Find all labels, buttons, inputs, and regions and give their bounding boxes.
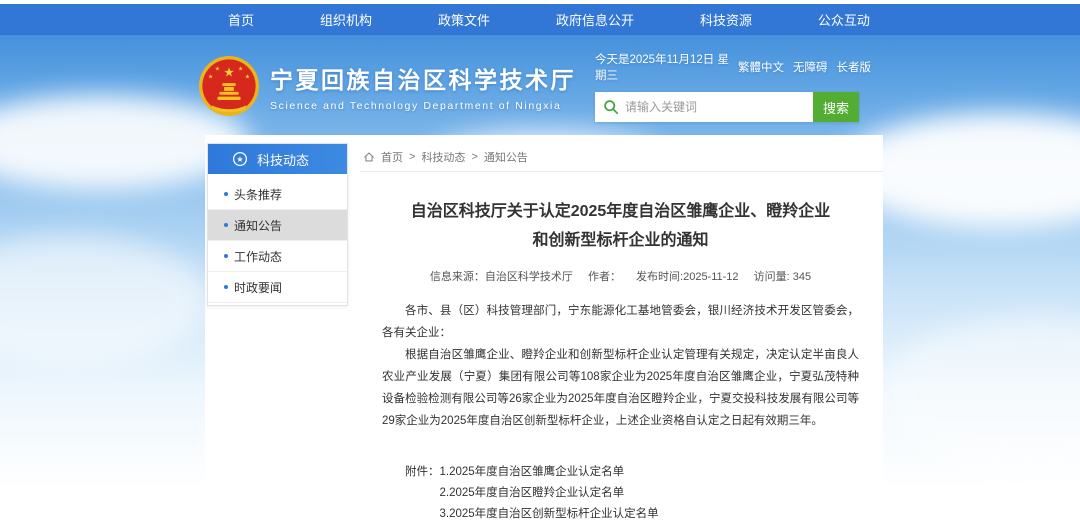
- nav-item-tech-resources[interactable]: 科技资源: [700, 10, 752, 29]
- nav-item-organization[interactable]: 组织机构: [320, 10, 372, 29]
- site-subtitle: Science and Technology Department of Nin…: [270, 100, 576, 112]
- breadcrumb-separator: >: [471, 151, 477, 163]
- meta-views-count: 访问量: 345: [754, 271, 811, 283]
- svg-text:★: ★: [215, 66, 220, 73]
- header-top-row: 今天是2025年11月12日 星期三 繁體中文 无障碍 长者版: [595, 51, 871, 83]
- home-icon: [363, 151, 375, 163]
- attachments-list: 1.2025年度自治区雏鹰企业认定名单 2.2025年度自治区瞪羚企业认定名单 …: [440, 462, 659, 525]
- nav-item-policy-documents[interactable]: 政策文件: [438, 10, 490, 29]
- attachment-link-3[interactable]: 3.2025年度自治区创新型标杆企业认定名单: [440, 504, 659, 525]
- article-paragraph: 根据自治区雏鹰企业、瞪羚企业和创新型标杆企业认定管理有关规定，决定认定半亩良人农…: [382, 344, 859, 432]
- svg-text:★: ★: [208, 73, 213, 80]
- site-title: 宁夏回族自治区科学技术厅: [270, 61, 576, 95]
- search-icon: [603, 99, 619, 115]
- article-title-line2: 和创新型标杆企业的通知: [532, 232, 708, 249]
- sidebar-item-3[interactable]: 时政要闻: [208, 272, 347, 303]
- attachments-block: 附件： 1.2025年度自治区雏鹰企业认定名单 2.2025年度自治区瞪羚企业认…: [405, 462, 859, 525]
- article-title-line1: 自治区科技厅关于认定2025年度自治区雏鹰企业、瞪羚企业: [411, 203, 831, 220]
- cloud-decoration: [0, 235, 210, 365]
- breadcrumb-level1[interactable]: 科技动态: [421, 149, 465, 165]
- meta-author: 作者：: [588, 271, 621, 283]
- site-title-block: 宁夏回族自治区科学技术厅 Science and Technology Depa…: [270, 61, 576, 112]
- breadcrumb: 首页 > 科技动态 > 通知公告: [360, 143, 883, 172]
- svg-text:★: ★: [245, 73, 250, 80]
- top-navigation-bar: 首页 组织机构 政策文件 政府信息公开 科技资源 公众互动: [0, 4, 1080, 35]
- search-bar: 搜索: [595, 92, 859, 122]
- nav-item-public-interaction[interactable]: 公众互动: [818, 10, 870, 29]
- svg-text:★: ★: [236, 155, 243, 164]
- breadcrumb-level2-current: 通知公告: [484, 149, 528, 165]
- sidebar-title: 科技动态: [257, 150, 309, 169]
- circle-star-icon: ★: [232, 151, 248, 167]
- nav-item-gov-info-disclosure[interactable]: 政府信息公开: [556, 10, 634, 29]
- attachments-label: 附件：: [405, 462, 440, 525]
- link-traditional-chinese[interactable]: 繁體中文: [738, 59, 784, 75]
- link-senior-version[interactable]: 长者版: [837, 59, 872, 75]
- svg-text:★: ★: [238, 66, 243, 73]
- sidebar-item-2[interactable]: 工作动态: [208, 241, 347, 272]
- search-input[interactable]: [595, 92, 813, 122]
- sidebar: ★ 科技动态 头条推荐 通知公告 工作动态 时政要闻: [207, 143, 348, 306]
- article-paragraph: 各市、县（区）科技管理部门，宁东能源化工基地管委会，银川经济技术开发区管委会，各…: [382, 300, 859, 344]
- search-input-wrap: [595, 92, 813, 122]
- bullet-dot-icon: [224, 254, 228, 258]
- sidebar-item-1[interactable]: 通知公告: [208, 210, 347, 241]
- site-header: ★ ★ ★ ★ ★ 宁夏回族自治区科学技术厅 Science and Techn…: [0, 35, 1080, 135]
- sidebar-item-label: 通知公告: [234, 217, 282, 234]
- sidebar-item-label: 时政要闻: [234, 279, 282, 296]
- attachment-link-1[interactable]: 1.2025年度自治区雏鹰企业认定名单: [440, 462, 659, 483]
- top-navigation-items: 首页 组织机构 政策文件 政府信息公开 科技资源 公众互动: [228, 10, 870, 29]
- search-button[interactable]: 搜索: [813, 92, 859, 122]
- meta-publish-date: 发布时间:2025-11-12: [636, 271, 739, 283]
- link-accessibility[interactable]: 无障碍: [793, 59, 828, 75]
- bullet-dot-icon: [224, 192, 228, 196]
- breadcrumb-separator: >: [409, 151, 415, 163]
- article-title: 自治区科技厅关于认定2025年度自治区雏鹰企业、瞪羚企业 和创新型标杆企业的通知: [382, 197, 859, 255]
- current-date-text: 今天是2025年11月12日 星期三: [595, 51, 738, 83]
- breadcrumb-home[interactable]: 首页: [381, 149, 403, 165]
- article: 自治区科技厅关于认定2025年度自治区雏鹰企业、瞪羚企业 和创新型标杆企业的通知…: [360, 197, 883, 525]
- quick-links: 繁體中文 无障碍 长者版: [738, 59, 871, 75]
- nav-item-home[interactable]: 首页: [228, 10, 254, 29]
- bullet-dot-icon: [224, 223, 228, 227]
- header-right-panel: 今天是2025年11月12日 星期三 繁體中文 无障碍 长者版 搜索: [595, 51, 871, 122]
- sidebar-item-label: 工作动态: [234, 248, 282, 265]
- svg-text:★: ★: [223, 64, 234, 79]
- sidebar-item-label: 头条推荐: [234, 186, 282, 203]
- cloud-decoration: [880, 315, 1080, 475]
- sidebar-list: 头条推荐 通知公告 工作动态 时政要闻: [208, 174, 347, 305]
- meta-source: 信息来源：自治区科学技术厅: [430, 271, 573, 283]
- main-content-wrapper: ★ 科技动态 头条推荐 通知公告 工作动态 时政要闻: [205, 135, 883, 513]
- site-logo-link[interactable]: ★ ★ ★ ★ ★ 宁夏回族自治区科学技术厅 Science and Techn…: [198, 55, 576, 117]
- bullet-dot-icon: [224, 285, 228, 289]
- attachment-link-2[interactable]: 2.2025年度自治区瞪羚企业认定名单: [440, 483, 659, 504]
- article-meta: 信息来源：自治区科学技术厅 作者： 发布时间:2025-11-12 访问量: 3…: [382, 268, 859, 284]
- sidebar-header: ★ 科技动态: [208, 144, 347, 174]
- article-body: 各市、县（区）科技管理部门，宁东能源化工基地管委会，银川经济技术开发区管委会，各…: [382, 300, 859, 432]
- national-emblem-icon: ★ ★ ★ ★ ★: [198, 55, 260, 117]
- sidebar-item-0[interactable]: 头条推荐: [208, 179, 347, 210]
- content-column: 首页 > 科技动态 > 通知公告 自治区科技厅关于认定2025年度自治区雏鹰企业…: [360, 143, 883, 525]
